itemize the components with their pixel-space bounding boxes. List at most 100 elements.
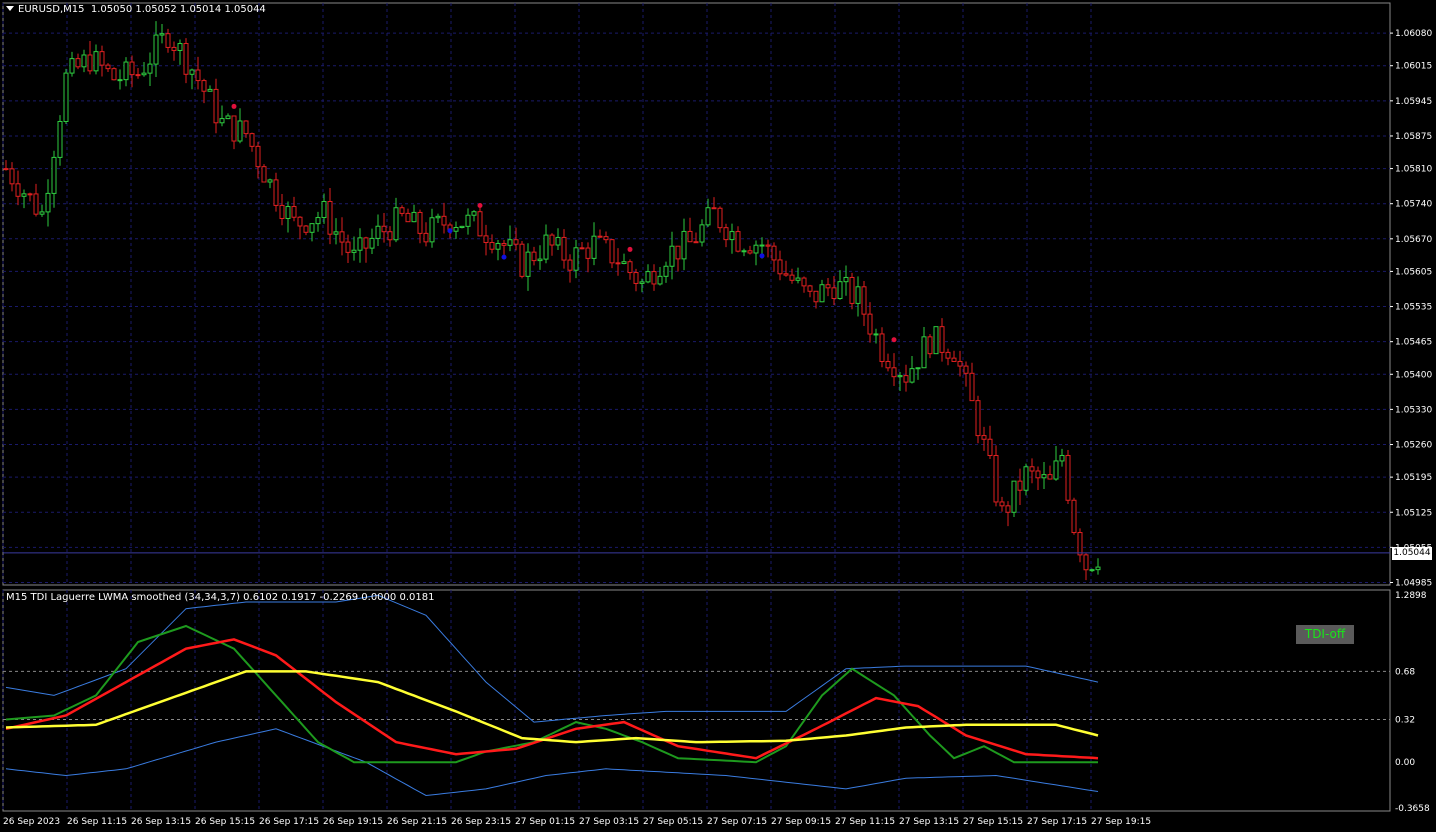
indicator-y-tick: 0.32: [1395, 715, 1415, 725]
candle-body: [783, 273, 789, 276]
tdi-toggle-button[interactable]: TDI-off: [1296, 625, 1354, 644]
candle-body: [1011, 480, 1017, 513]
x-tick-label: 27 Sep 13:15: [899, 817, 959, 827]
candle-body: [837, 281, 843, 300]
y-tick-label: 1.05945: [1395, 97, 1432, 107]
candle-body: [291, 206, 297, 218]
candle-body: [789, 274, 795, 281]
candle-body: [795, 277, 801, 281]
candle-body: [513, 239, 519, 245]
candle-body: [1005, 505, 1011, 513]
y-tick-label: 1.06080: [1395, 29, 1432, 39]
signal-dot-red: [231, 103, 237, 109]
signal-dot-red: [477, 203, 483, 209]
y-tick-label: 1.05125: [1395, 508, 1432, 518]
current-price-tag: 1.05044: [1392, 547, 1432, 560]
candle-body: [1047, 474, 1053, 480]
candle-body: [969, 372, 975, 402]
candle-body: [723, 227, 729, 241]
candle-body: [405, 212, 411, 223]
candle-body: [87, 54, 93, 72]
indicator-y-tick: 0.00: [1395, 758, 1415, 768]
candle-body: [705, 207, 711, 226]
x-tick-label: 27 Sep 17:15: [1027, 817, 1087, 827]
x-tick-label: 26 Sep 23:15: [451, 817, 511, 827]
candle-body: [285, 206, 291, 219]
candle-body: [351, 249, 357, 253]
candle-body: [945, 351, 951, 359]
signal-dot-red: [891, 337, 897, 343]
candle-body: [309, 223, 315, 233]
candle-body: [231, 115, 237, 142]
y-tick-label: 1.05400: [1395, 370, 1432, 380]
candle-body: [33, 193, 39, 215]
dropdown-triangle-icon[interactable]: [6, 6, 14, 11]
candle-body: [81, 54, 87, 68]
candle-body: [363, 237, 369, 249]
candle-body: [237, 120, 243, 142]
candle-body: [369, 237, 375, 249]
candle-body: [225, 115, 231, 120]
candle-body: [933, 326, 939, 355]
candle-body: [441, 215, 447, 226]
signal-dot-blue: [759, 253, 765, 259]
candle-body: [63, 72, 69, 122]
candle-body: [759, 244, 765, 247]
candle-body: [435, 215, 441, 219]
candle-body: [45, 192, 51, 213]
y-tick-label: 1.05740: [1395, 200, 1432, 210]
candle-body: [543, 234, 549, 260]
x-tick-label: 26 Sep 17:15: [259, 817, 319, 827]
candle-body: [459, 225, 465, 229]
candle-body: [879, 333, 885, 362]
candle-body: [1077, 532, 1083, 556]
candle-body: [825, 284, 831, 289]
candle-body: [297, 216, 303, 227]
candle-body: [465, 214, 471, 227]
candle-body: [219, 118, 225, 124]
candle-body: [471, 211, 477, 216]
signal-dot-blue: [501, 254, 507, 260]
candle-body: [669, 245, 675, 267]
candle-body: [819, 284, 825, 303]
indicator-y-tick: -0.3658: [1395, 804, 1430, 814]
candle-body: [843, 276, 849, 283]
candle-body: [771, 245, 777, 261]
candle-body: [639, 281, 645, 284]
candle-body: [153, 34, 159, 65]
candle-body: [951, 357, 957, 362]
candle-body: [849, 276, 855, 304]
candle-body: [939, 326, 945, 353]
candle-body: [813, 290, 819, 303]
candle-body: [279, 204, 285, 219]
y-tick-label: 1.04985: [1395, 578, 1432, 588]
ohlc-values: 1.05050 1.05052 1.05014 1.05044: [90, 4, 266, 15]
candle-body: [987, 438, 993, 457]
candle-body: [1017, 480, 1023, 491]
signal-dot-red: [627, 246, 633, 252]
candle-body: [339, 231, 345, 243]
candle-body: [1095, 566, 1101, 571]
candle-body: [909, 368, 915, 383]
candle-body: [687, 230, 693, 243]
candle-body: [975, 400, 981, 437]
candle-body: [897, 375, 903, 378]
candle-body: [747, 250, 753, 254]
candle-body: [99, 51, 105, 66]
y-tick-label: 1.05875: [1395, 132, 1432, 142]
candle-body: [831, 287, 837, 300]
candle-body: [963, 365, 969, 374]
candle-body: [15, 183, 21, 197]
candle-body: [1065, 454, 1071, 501]
y-tick-label: 1.05810: [1395, 165, 1432, 175]
symbol-label: EURUSD,M15: [18, 4, 85, 15]
tdi-yellow-line: [5, 670, 1099, 744]
candle-body: [423, 232, 429, 243]
y-tick-label: 1.05260: [1395, 441, 1432, 451]
candle-body: [303, 225, 309, 233]
indicator-y-tick: 1.2898: [1395, 591, 1427, 601]
candle-body: [165, 33, 171, 48]
candle-body: [267, 179, 273, 183]
candle-body: [1041, 474, 1047, 479]
candle-body: [315, 217, 321, 225]
